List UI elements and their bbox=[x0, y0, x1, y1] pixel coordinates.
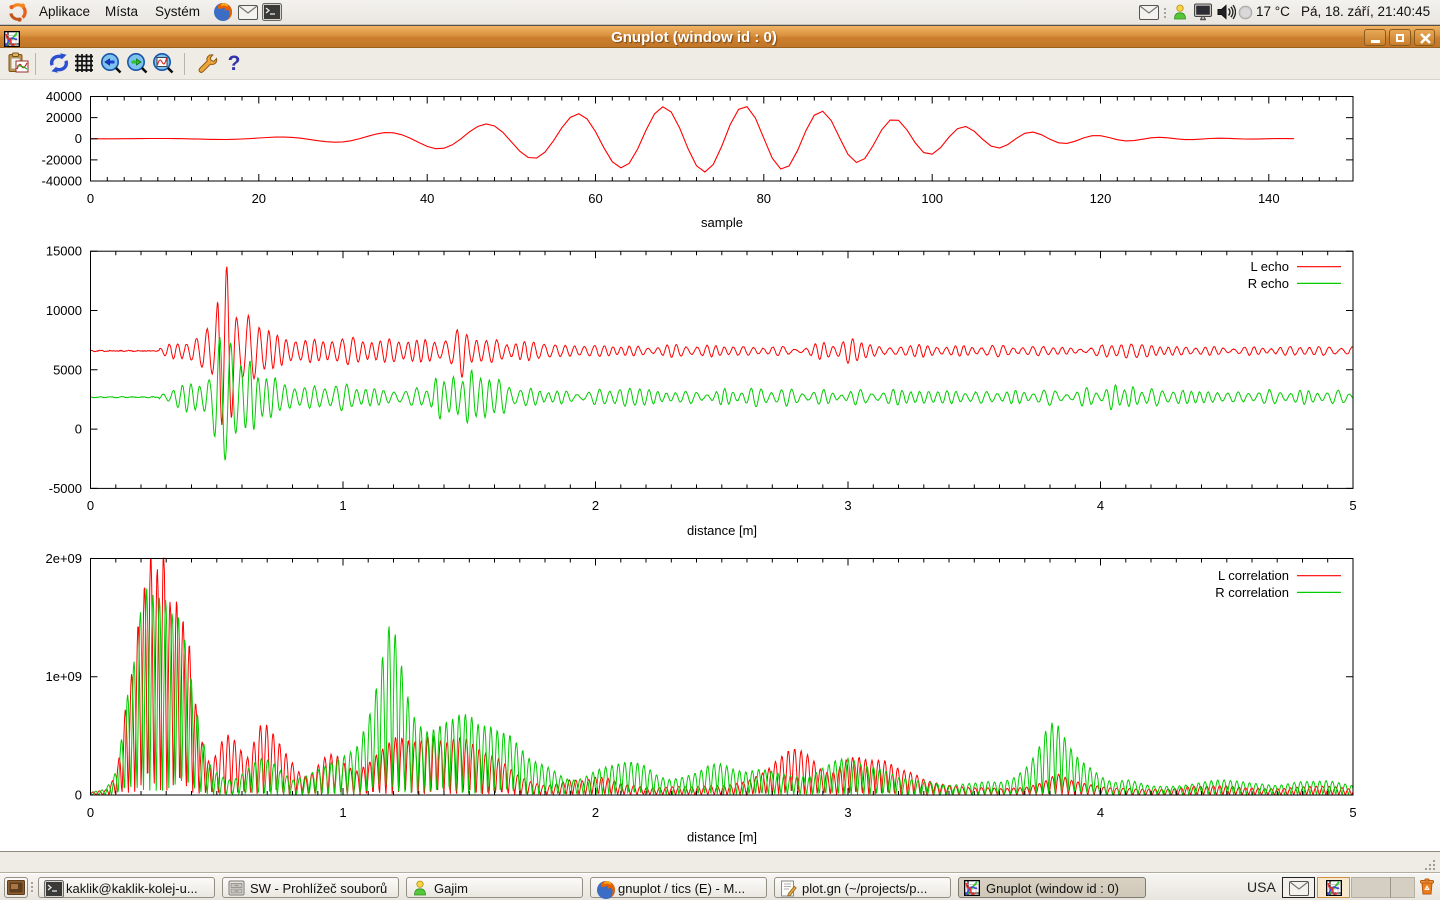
svg-text:0: 0 bbox=[87, 805, 94, 820]
svg-text:3: 3 bbox=[844, 498, 851, 513]
svg-text:-20000: -20000 bbox=[42, 152, 82, 167]
svg-text:sample: sample bbox=[701, 215, 743, 230]
svg-text:0: 0 bbox=[75, 131, 82, 146]
svg-text:-5000: -5000 bbox=[49, 481, 82, 496]
svg-text:0: 0 bbox=[75, 422, 82, 437]
svg-text:15000: 15000 bbox=[46, 244, 82, 259]
svg-text:20000: 20000 bbox=[46, 110, 82, 125]
svg-text:2: 2 bbox=[592, 805, 599, 820]
svg-text:140: 140 bbox=[1258, 191, 1280, 206]
svg-text:1: 1 bbox=[339, 498, 346, 513]
svg-text:5: 5 bbox=[1349, 498, 1356, 513]
svg-text:R echo: R echo bbox=[1248, 276, 1289, 291]
svg-text:10000: 10000 bbox=[46, 303, 82, 318]
svg-text:distance [m]: distance [m] bbox=[687, 830, 757, 845]
svg-text:4: 4 bbox=[1097, 805, 1104, 820]
svg-text:1: 1 bbox=[339, 805, 346, 820]
svg-text:L correlation: L correlation bbox=[1218, 568, 1289, 583]
svg-text:60: 60 bbox=[588, 191, 602, 206]
svg-text:0: 0 bbox=[87, 191, 94, 206]
svg-text:-40000: -40000 bbox=[42, 174, 82, 189]
svg-text:5000: 5000 bbox=[53, 362, 82, 377]
svg-text:40: 40 bbox=[420, 191, 434, 206]
svg-text:R correlation: R correlation bbox=[1215, 585, 1289, 600]
svg-text:3: 3 bbox=[844, 805, 851, 820]
svg-text:80: 80 bbox=[757, 191, 771, 206]
svg-text:0: 0 bbox=[75, 788, 82, 803]
svg-text:2e+09: 2e+09 bbox=[45, 551, 82, 566]
svg-text:L echo: L echo bbox=[1250, 259, 1289, 274]
svg-text:4: 4 bbox=[1097, 498, 1104, 513]
svg-text:20: 20 bbox=[252, 191, 266, 206]
svg-text:2: 2 bbox=[592, 498, 599, 513]
svg-text:5: 5 bbox=[1349, 805, 1356, 820]
svg-text:40000: 40000 bbox=[46, 89, 82, 104]
svg-text:100: 100 bbox=[921, 191, 943, 206]
svg-text:1e+09: 1e+09 bbox=[45, 669, 82, 684]
svg-text:0: 0 bbox=[87, 498, 94, 513]
svg-text:distance [m]: distance [m] bbox=[687, 523, 757, 538]
svg-text:?: ? bbox=[228, 52, 241, 74]
svg-text:120: 120 bbox=[1090, 191, 1112, 206]
